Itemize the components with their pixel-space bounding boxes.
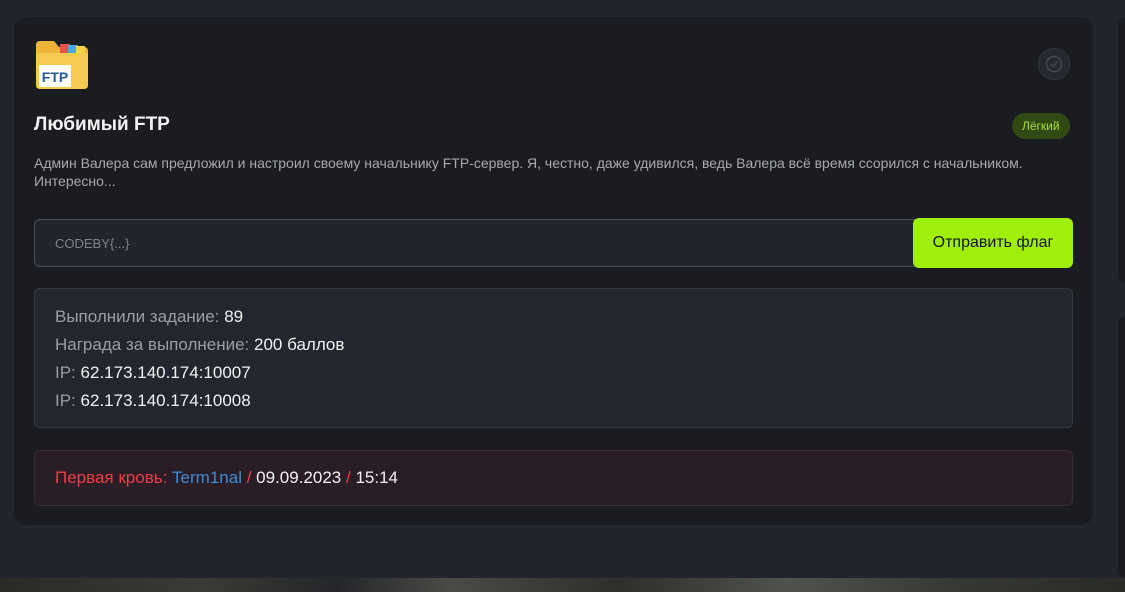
reward-value: 200 баллов	[254, 335, 345, 354]
stat-ip-2: IP: 62.173.140.174:10008	[55, 387, 1052, 415]
ftp-folder-icon: FTP	[36, 41, 88, 89]
solved-value: 89	[224, 307, 244, 326]
reward-label: Награда за выполнение:	[55, 335, 250, 354]
task-stats-panel: Выполнили задание: 89 Награда за выполне…	[34, 288, 1073, 428]
flag-input[interactable]	[34, 219, 934, 267]
background-image-strip	[0, 578, 1125, 592]
solved-label: Выполнили задание:	[55, 307, 220, 326]
separator: /	[346, 468, 351, 487]
task-title: Любимый FTP	[34, 114, 170, 135]
side-panel-top	[1118, 17, 1125, 283]
first-blood-user[interactable]: Term1nal	[172, 468, 242, 487]
stat-ip-1: IP: 62.173.140.174:10007	[55, 359, 1052, 387]
difficulty-badge: Лёгкий	[1012, 113, 1070, 139]
first-blood-label: Первая кровь:	[55, 468, 168, 487]
first-blood-panel: Первая кровь: Term1nal / 09.09.2023 / 15…	[34, 450, 1073, 506]
stat-reward: Награда за выполнение: 200 баллов	[55, 331, 1052, 359]
task-description: Админ Валера сам предложил и настроил св…	[34, 155, 1023, 189]
ftp-logo-text: FTP	[42, 69, 68, 85]
side-panel-bottom	[1118, 315, 1125, 578]
first-blood-time: 15:14	[355, 468, 399, 487]
ip-value: 62.173.140.174:10007	[80, 363, 251, 382]
solved-status-icon	[1038, 48, 1070, 80]
stat-solved: Выполнили задание: 89	[55, 303, 1052, 331]
ip-value: 62.173.140.174:10008	[80, 391, 251, 410]
submit-flag-button[interactable]: Отправить флаг	[913, 218, 1073, 268]
first-blood-date: 09.09.2023	[256, 468, 342, 487]
task-card: FTP Любимый FTP Лёгкий Админ Валера сам …	[14, 17, 1093, 525]
separator: /	[246, 468, 252, 487]
ip-label: IP:	[55, 363, 76, 382]
ip-label: IP:	[55, 391, 76, 410]
